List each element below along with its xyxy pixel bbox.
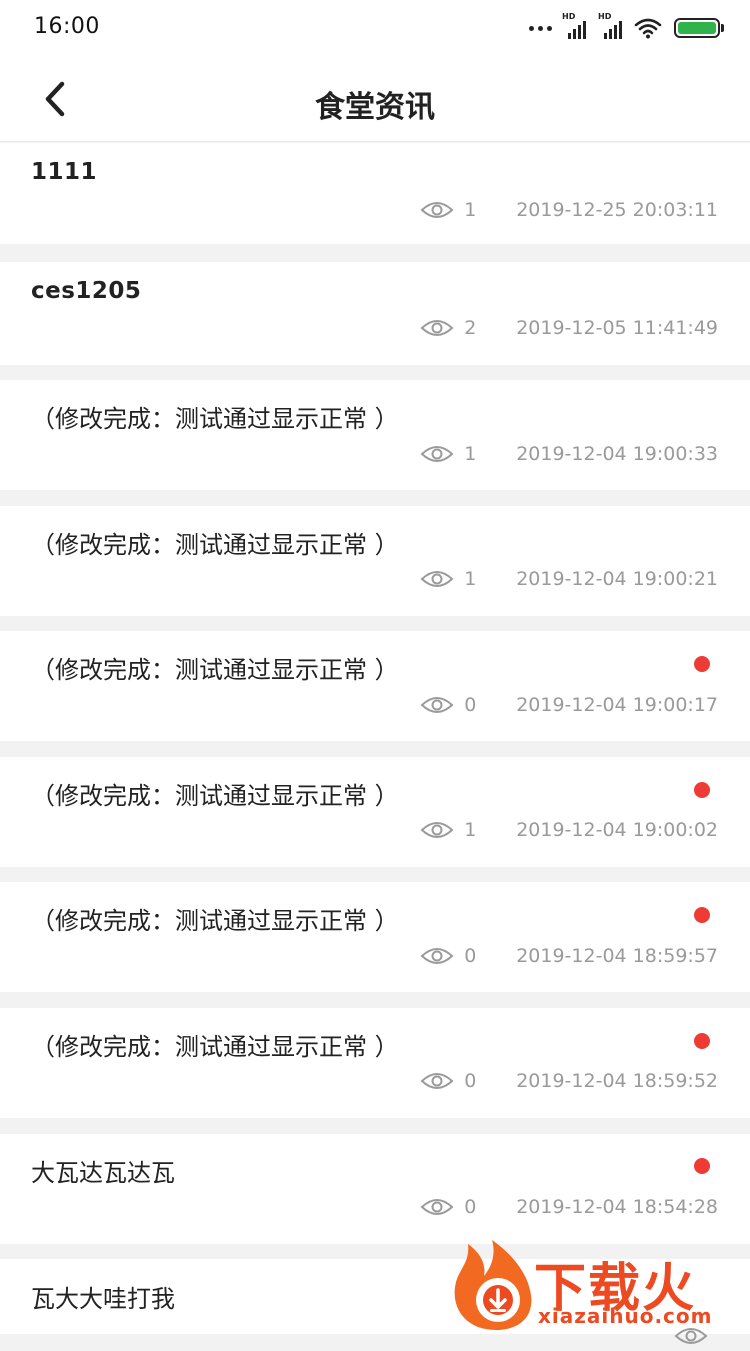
view-count: 2 xyxy=(464,317,477,339)
news-item[interactable]: （修改完成：测试通过显示正常 ） 0 2019-12-04 18:59:52 xyxy=(0,1008,750,1118)
view-count: 0 xyxy=(464,1070,477,1092)
news-title: 大瓦达瓦达瓦 xyxy=(31,1159,175,1187)
news-title: 瓦大大哇打我 xyxy=(31,1285,175,1313)
news-meta: 1 2019-12-25 20:03:11 xyxy=(420,195,718,225)
header-bar: 食堂资讯 xyxy=(0,56,750,142)
news-item[interactable]: （修改完成：测试通过显示正常 ） 0 2019-12-04 18:59:57 xyxy=(0,882,750,992)
news-meta: 0 2019-12-04 18:59:57 xyxy=(420,941,718,971)
news-meta: 0 2019-12-04 19:00:17 xyxy=(420,690,718,720)
news-title: （修改完成：测试通过显示正常 ） xyxy=(31,1033,399,1061)
eye-icon xyxy=(420,697,454,713)
news-title: ces1205 xyxy=(31,278,142,304)
view-count: 0 xyxy=(464,945,477,967)
news-meta: 1 2019-12-04 19:00:02 xyxy=(420,815,718,845)
news-item[interactable]: （修改完成：测试通过显示正常 ） 1 2019-12-04 19:00:33 xyxy=(0,380,750,490)
signal-2-icon: HD xyxy=(598,12,626,39)
publish-date: 2019-12-04 18:54:28 xyxy=(516,1196,718,1218)
unread-dot xyxy=(694,782,710,798)
publish-date: 2019-12-04 18:59:57 xyxy=(516,945,718,967)
eye-icon xyxy=(420,822,454,838)
view-count: 1 xyxy=(464,568,477,590)
news-title: 1111 xyxy=(31,159,98,185)
eye-icon xyxy=(420,571,454,587)
more-dots-icon xyxy=(529,25,552,31)
battery-icon xyxy=(674,18,724,38)
eye-icon xyxy=(420,948,454,964)
eye-icon xyxy=(420,202,454,218)
page-title: 食堂资讯 xyxy=(315,90,435,125)
news-item[interactable]: （修改完成：测试通过显示正常 ） 1 2019-12-04 19:00:21 xyxy=(0,506,750,616)
news-item[interactable]: 1111 1 2019-12-25 20:03:11 xyxy=(0,143,750,244)
unread-dot xyxy=(694,1158,710,1174)
wifi-icon xyxy=(634,18,662,39)
watermark-url: xiazaihuo.com xyxy=(538,1304,713,1328)
publish-date: 2019-12-25 20:03:11 xyxy=(516,199,718,221)
publish-date: 2019-12-05 11:41:49 xyxy=(516,317,718,339)
eye-icon xyxy=(420,1073,454,1089)
news-title: （修改完成：测试通过显示正常 ） xyxy=(31,907,399,935)
news-item[interactable]: （修改完成：测试通过显示正常 ） 1 2019-12-04 19:00:02 xyxy=(0,757,750,867)
news-title: （修改完成：测试通过显示正常 ） xyxy=(31,656,399,684)
flame-logo-icon xyxy=(454,1240,532,1330)
news-item[interactable]: ces1205 2 2019-12-05 11:41:49 xyxy=(0,262,750,365)
news-item[interactable]: （修改完成：测试通过显示正常 ） 0 2019-12-04 19:00:17 xyxy=(0,631,750,741)
signal-1-icon: HD xyxy=(562,12,590,39)
publish-date: 2019-12-04 18:59:52 xyxy=(516,1070,718,1092)
unread-dot xyxy=(694,1033,710,1049)
news-title: （修改完成：测试通过显示正常 ） xyxy=(31,405,399,433)
status-bar: 16:00 HD HD xyxy=(0,0,750,56)
news-title: （修改完成：测试通过显示正常 ） xyxy=(31,531,399,559)
news-title: （修改完成：测试通过显示正常 ） xyxy=(31,782,399,810)
unread-dot xyxy=(694,656,710,672)
news-item[interactable]: 大瓦达瓦达瓦 0 2019-12-04 18:54:28 xyxy=(0,1134,750,1244)
view-count: 1 xyxy=(464,443,477,465)
view-count: 1 xyxy=(464,819,477,841)
publish-date: 2019-12-04 19:00:33 xyxy=(516,443,718,465)
watermark-logo: 下载火 xiazaihuo.com xyxy=(442,1238,750,1334)
view-count: 0 xyxy=(464,1196,477,1218)
news-meta: 0 2019-12-04 18:54:28 xyxy=(420,1192,718,1222)
publish-date: 2019-12-04 19:00:17 xyxy=(516,694,718,716)
status-time: 16:00 xyxy=(34,14,100,39)
status-icons: HD HD xyxy=(529,12,724,42)
view-count: 1 xyxy=(464,199,477,221)
news-meta: 0 2019-12-04 18:59:52 xyxy=(420,1066,718,1096)
unread-dot xyxy=(694,907,710,923)
eye-icon xyxy=(420,320,454,336)
news-meta: 1 2019-12-04 19:00:21 xyxy=(420,564,718,594)
eye-icon xyxy=(420,1199,454,1215)
news-meta: 2 2019-12-05 11:41:49 xyxy=(420,313,718,343)
publish-date: 2019-12-04 19:00:02 xyxy=(516,819,718,841)
eye-icon xyxy=(420,446,454,462)
view-count: 0 xyxy=(464,694,477,716)
news-meta: 1 2019-12-04 19:00:33 xyxy=(420,439,718,469)
publish-date: 2019-12-04 19:00:21 xyxy=(516,568,718,590)
